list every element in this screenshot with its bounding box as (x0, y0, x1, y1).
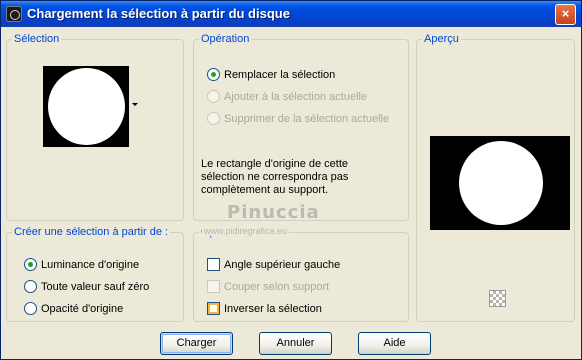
radio-subtract-label: Supprimer de la sélection actuelle (224, 112, 390, 125)
help-button[interactable]: Aide (358, 332, 431, 355)
radio-subtract-indicator (207, 112, 220, 125)
radio-replace-selection[interactable]: Remplacer la sélection (207, 68, 335, 81)
operation-group-legend: Opération (201, 33, 250, 45)
radio-luminance-label: Luminance d'origine (41, 258, 140, 271)
selection-group: Sélection (6, 33, 184, 221)
check-crop-label: Couper selon support (224, 280, 330, 293)
radio-replace-label: Remplacer la sélection (224, 68, 336, 81)
radio-add-indicator (207, 90, 220, 103)
radio-subtract-selection: Supprimer de la sélection actuelle (207, 112, 389, 125)
title-bar[interactable]: Chargement la sélection à partir du disq… (1, 1, 581, 27)
radio-opacity-label: Opacité d'origine (41, 302, 124, 315)
radio-nonzero-label: Toute valeur sauf zéro (41, 280, 150, 293)
check-top-left-label: Angle supérieur gauche (224, 258, 341, 271)
check-crop-box (207, 280, 220, 293)
radio-luminance-indicator[interactable] (24, 258, 37, 271)
preview-group-legend: Aperçu (424, 33, 459, 45)
radio-add-selection: Ajouter à la sélection actuelle (207, 90, 367, 103)
selection-group-legend: Sélection (14, 33, 60, 45)
create-from-group-legend: Créer une sélection à partir de : (14, 226, 169, 238)
radio-opacity-indicator[interactable] (24, 302, 37, 315)
close-button[interactable]: × (555, 4, 576, 25)
selection-thumbnail[interactable] (43, 66, 129, 147)
watermark-url: www.pidiregrafica.eu (202, 226, 290, 236)
dialog-window: Chargement la sélection à partir du disq… (0, 0, 582, 360)
radio-opacity[interactable]: Opacité d'origine (24, 302, 123, 315)
create-from-group: Créer une sélection à partir de : Lumina… (6, 226, 184, 322)
options-group: Options Angle supérieur gauche Couper se… (193, 226, 409, 322)
check-crop-to-canvas: Couper selon support (207, 280, 329, 293)
check-top-left-box[interactable] (207, 258, 220, 271)
app-icon (6, 6, 22, 22)
preview-group: Aperçu (416, 33, 575, 322)
transparency-checker-icon[interactable] (489, 290, 506, 307)
cancel-button[interactable]: Annuler (259, 332, 332, 355)
check-invert-label: Inverser la sélection (224, 302, 322, 315)
thumbnail-dropdown-icon[interactable] (132, 103, 138, 106)
radio-luminance[interactable]: Luminance d'origine (24, 258, 139, 271)
check-invert-box[interactable] (207, 302, 220, 315)
check-top-left-corner[interactable]: Angle supérieur gauche (207, 258, 340, 271)
watermark-name: Pinuccia (227, 202, 320, 223)
radio-add-label: Ajouter à la sélection actuelle (224, 90, 368, 103)
operation-warning-message: Le rectangle d'origine de cette sélectio… (201, 158, 349, 196)
radio-nonzero[interactable]: Toute valeur sauf zéro (24, 280, 149, 293)
selection-circle-shape (48, 68, 125, 145)
operation-group: Opération Remplacer la sélection Ajouter… (193, 33, 409, 221)
load-button[interactable]: Charger (160, 332, 233, 355)
preview-image (430, 136, 570, 230)
radio-nonzero-indicator[interactable] (24, 280, 37, 293)
check-invert-selection[interactable]: Inverser la sélection (207, 302, 322, 315)
radio-replace-indicator[interactable] (207, 68, 220, 81)
window-title: Chargement la sélection à partir du disq… (27, 6, 290, 21)
preview-circle-shape (459, 141, 543, 225)
